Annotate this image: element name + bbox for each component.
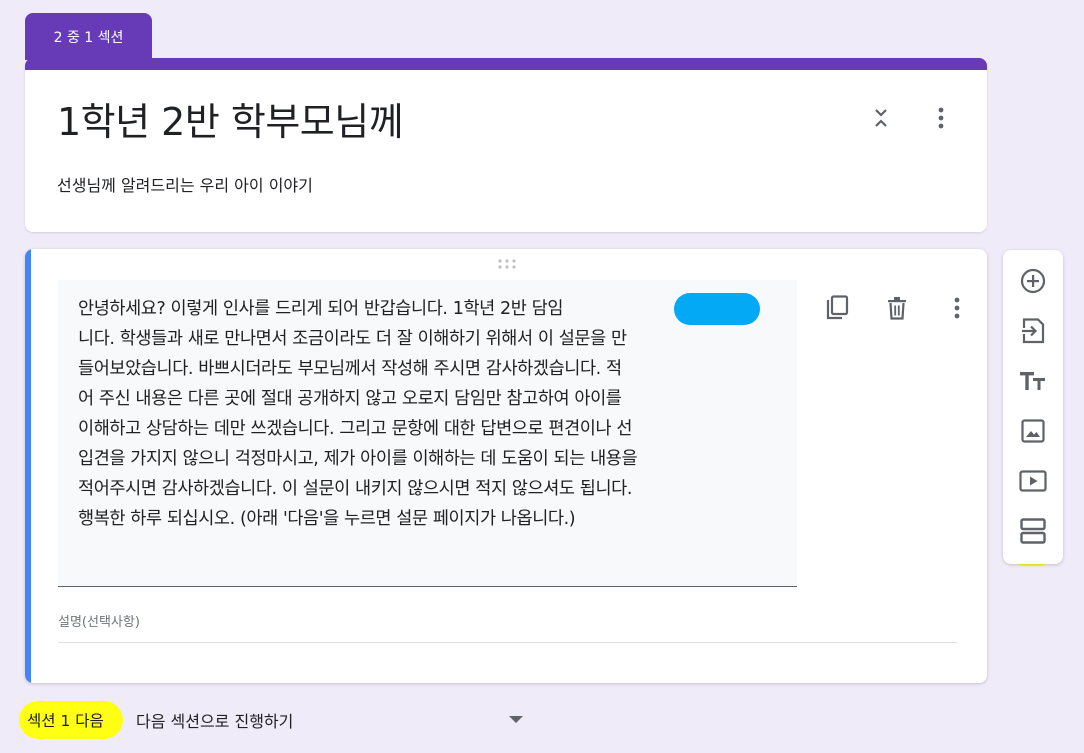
section-tab-label: 2 중 1 섹션: [53, 29, 124, 46]
add-video-button[interactable]: [1009, 459, 1057, 503]
form-description[interactable]: 선생님께 알려드리는 우리 아이 이야기: [57, 172, 313, 196]
more-vert-icon: [938, 107, 944, 129]
item-description-underline: [58, 642, 957, 643]
form-header-card[interactable]: 1학년 2반 학부모님께 선생님께 알려드리는 우리 아이 이야기: [25, 58, 987, 232]
add-section-button[interactable]: [1009, 509, 1057, 553]
import-icon: [1022, 318, 1045, 344]
redaction-mark: [674, 293, 760, 325]
item-title-textarea[interactable]: 안녕하세요? 이렇게 인사를 드리게 되어 반갑습니다. 1학년 2반 담임 니…: [58, 280, 797, 587]
add-image-button[interactable]: [1009, 409, 1057, 453]
after-section-label-wrap: 섹션 1 다음: [19, 701, 123, 739]
video-icon: [1019, 470, 1047, 492]
title-text-icon: [1020, 372, 1045, 390]
image-icon: [1021, 419, 1045, 443]
section-tab: 2 중 1 섹션: [25, 13, 152, 60]
more-vert-icon: [954, 297, 960, 319]
section-icon: [1020, 518, 1046, 544]
add-question-button[interactable]: [1009, 259, 1057, 303]
item-title-text[interactable]: 안녕하세요? 이렇게 인사를 드리게 되어 반갑습니다. 1학년 2반 담임 니…: [78, 294, 778, 534]
floating-toolbar: [1003, 250, 1063, 564]
collapse-section-button[interactable]: [867, 104, 895, 132]
active-item-indicator: [25, 249, 31, 683]
item-more-button[interactable]: [942, 293, 972, 323]
after-section-dropdown[interactable]: 다음 섹션으로 진행하기: [136, 708, 293, 732]
header-more-button[interactable]: [927, 104, 955, 132]
after-section-label: 섹션 1 다음: [27, 712, 104, 730]
add-title-button[interactable]: [1009, 359, 1057, 403]
drag-handle-icon[interactable]: [495, 257, 519, 271]
form-title[interactable]: 1학년 2반 학부모님께: [57, 98, 404, 146]
item-description-placeholder[interactable]: 설명(선택사항): [58, 611, 140, 630]
delete-button[interactable]: [882, 293, 912, 323]
duplicate-button[interactable]: [822, 293, 852, 323]
import-questions-button[interactable]: [1009, 309, 1057, 353]
add-circle-icon: [1020, 268, 1046, 294]
collapse-icon: [875, 109, 887, 127]
description-item-card[interactable]: 안녕하세요? 이렇게 인사를 드리게 되어 반갑습니다. 1학년 2반 담임 니…: [25, 249, 987, 683]
trash-icon: [888, 297, 906, 320]
copy-icon: [826, 295, 849, 320]
dropdown-caret-icon[interactable]: [509, 716, 523, 723]
